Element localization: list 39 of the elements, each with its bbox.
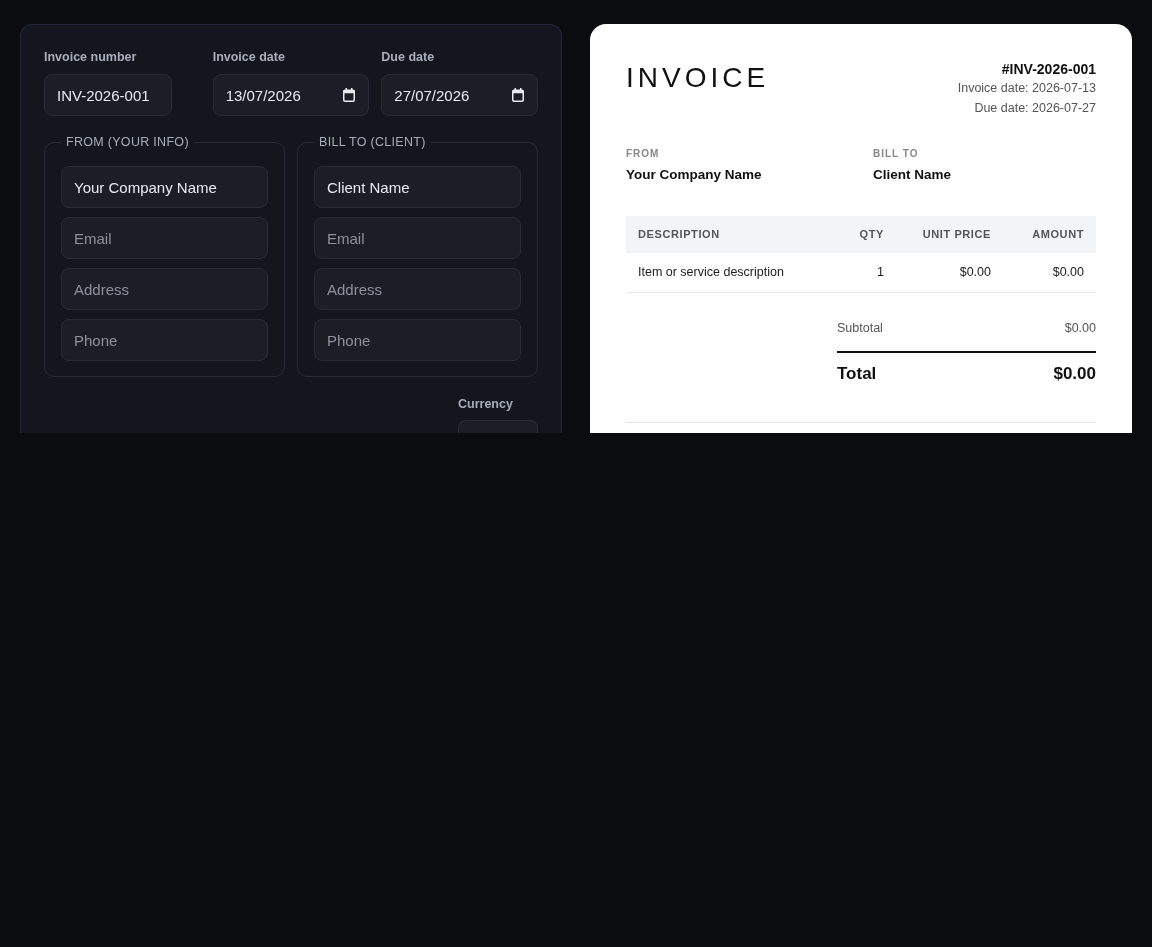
text-input[interactable]: Your Company Name (61, 166, 268, 208)
party-label: BILL TO (873, 147, 920, 161)
table-cell: $0.00 (896, 253, 1003, 292)
input-field[interactable]: Phone (314, 319, 521, 361)
party-name: Your Company Name (626, 166, 763, 184)
invoice-date-text: Invoice date: 2026-07-13 (957, 80, 1096, 97)
input-field[interactable]: Email (314, 217, 521, 259)
column-header: DESCRIPTION (626, 216, 836, 253)
date-input[interactable]: 13/07/2026 (212, 74, 370, 116)
date-input[interactable]: 27/07/2026 (381, 74, 538, 116)
text-input[interactable]: INV-2026-001 (44, 74, 172, 116)
field-label: Due date (381, 49, 436, 66)
invoice-date-text: Due date: 2026-07-27 (973, 100, 1096, 117)
field-label: Invoice number (44, 49, 138, 66)
total-value: $0.00 (1053, 362, 1096, 385)
fieldset-legend: FROM (YOUR INFO) (61, 134, 194, 150)
field-label: Currency (458, 396, 514, 412)
column-header: AMOUNT (1003, 216, 1096, 253)
column-header: QTY (836, 216, 896, 253)
text-input[interactable]: Client Name (314, 166, 521, 208)
table-cell: $0.00 (1003, 253, 1096, 292)
invoice-number: #INV-2026-001 (1000, 60, 1096, 78)
calendar-icon[interactable] (343, 88, 356, 102)
subtotal-label: Subtotal (837, 319, 883, 337)
subtotal-value: $0.00 (1064, 319, 1096, 337)
calendar-icon[interactable] (512, 88, 524, 102)
input-field[interactable]: Email (61, 217, 268, 259)
total-label: Total (837, 362, 877, 385)
party-name: Client Name (873, 166, 953, 184)
table-cell: 1 (836, 253, 896, 292)
table-cell: Item or service description (626, 253, 836, 292)
input-field[interactable]: Address (61, 268, 268, 310)
party-label: FROM (626, 147, 661, 161)
field-label: Invoice date (212, 49, 286, 66)
input-field[interactable]: Phone (61, 319, 268, 361)
column-header: UNIT PRICE (896, 216, 1003, 253)
fieldset-legend: BILL TO (CLIENT) (314, 134, 431, 150)
invoice-title: INVOICE (626, 61, 770, 95)
input-field[interactable]: Address (314, 268, 521, 310)
